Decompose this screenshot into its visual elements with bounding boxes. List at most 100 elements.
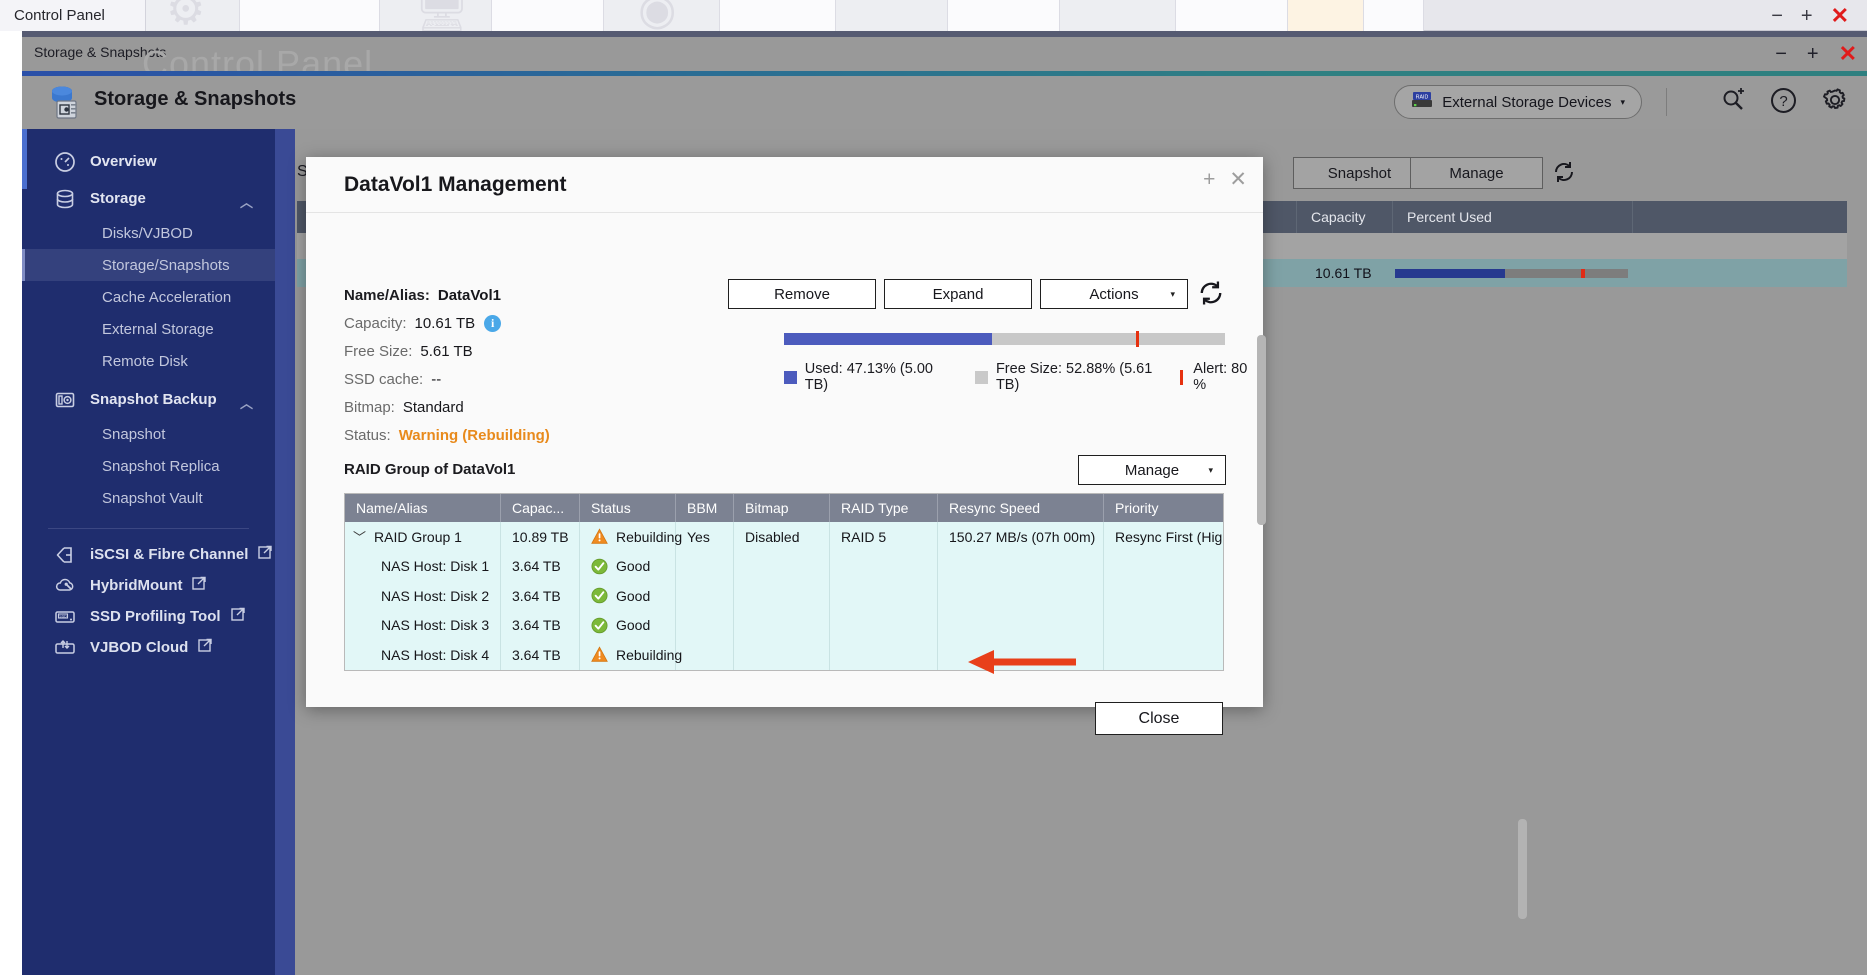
table-header-capacity[interactable]: Capacity (1297, 201, 1393, 233)
sidebar-item-hybridmount[interactable]: HybridMount (22, 570, 275, 601)
info-row-ssd-cache: SSD cache: -- (344, 365, 550, 393)
table-row[interactable]: NAS Host: Disk 3 3.64 TB (345, 611, 1223, 641)
content-scrollbar[interactable] (1518, 819, 1527, 919)
remove-button[interactable]: Remove (728, 279, 876, 309)
settings-gear-icon[interactable] (1821, 86, 1849, 119)
sidebar-item-label: HybridMount (90, 577, 182, 594)
snapshot-icon (52, 389, 78, 411)
close-button[interactable]: Close (1095, 702, 1223, 735)
col-bbm[interactable]: BBM (676, 494, 734, 522)
os-tab-control-panel[interactable]: Control Panel (0, 0, 146, 31)
dialog-body: Name/Alias: DataVol1 Capacity: 10.61 TB … (306, 213, 1263, 707)
app-minimize-button[interactable]: − (1775, 44, 1787, 64)
row-resync-speed (938, 640, 1104, 670)
row-name: NAS Host: Disk 3 (345, 611, 501, 641)
os-minimize-button[interactable]: − (1771, 6, 1783, 26)
storage-snapshots-logo-icon (44, 82, 84, 122)
header-divider (1666, 88, 1667, 116)
col-priority[interactable]: Priority (1104, 494, 1223, 522)
bitmap-label: Bitmap: (344, 399, 395, 416)
table-row[interactable]: NAS Host: Disk 1 3.64 TB (345, 552, 1223, 582)
row-expander-icon[interactable]: ﹀ (353, 527, 366, 546)
sidebar-item-label: Remote Disk (102, 353, 188, 370)
sidebar-item-label: Storage/Snapshots (102, 257, 230, 274)
row-capacity: 3.64 TB (501, 611, 580, 641)
actions-dropdown-button[interactable]: Actions ▾ (1040, 279, 1188, 309)
name-label: Name/Alias: (344, 287, 430, 304)
sidebar-item-overview[interactable]: Overview (22, 143, 275, 180)
sidebar-item-external-storage[interactable]: External Storage (22, 313, 275, 345)
external-link-icon (198, 638, 213, 658)
row-status: Rebuilding (616, 647, 682, 663)
chevron-down-icon: ▾ (1170, 289, 1175, 300)
row-name: NAS Host: Disk 1 (345, 552, 501, 582)
ghost-tab: 🖥 (380, 0, 492, 31)
row-status: Good (616, 558, 650, 574)
header-icon-group: ? (1720, 86, 1849, 119)
sidebar-item-iscsi-fibre-channel[interactable]: iSCSI & Fibre Channel (22, 539, 275, 570)
table-row[interactable]: NAS Host: Disk 2 3.64 TB (345, 581, 1223, 611)
dialog-scrollbar[interactable] (1257, 335, 1266, 525)
ghost-tab (1060, 0, 1176, 31)
table-row[interactable]: ﹀ RAID Group 1 10.89 TB (345, 522, 1223, 552)
iscsi-icon (52, 544, 78, 566)
sidebar-item-ssd-profiling-tool[interactable]: SSD SSD Profiling Tool (22, 601, 275, 632)
row-capacity: 3.64 TB (501, 552, 580, 582)
chevron-down-icon: ▾ (1208, 465, 1213, 476)
ghost-tab (836, 0, 948, 31)
chevron-up-icon[interactable]: ︿ (240, 192, 253, 211)
dialog-close-icon[interactable]: ✕ (1229, 169, 1247, 190)
sidebar-item-snapshot-replica[interactable]: Snapshot Replica (22, 450, 275, 482)
raid-manage-dropdown-button[interactable]: Manage ▾ (1078, 455, 1226, 485)
app-maximize-button[interactable]: + (1807, 44, 1819, 64)
table-header-percent-used[interactable]: Percent Used (1393, 201, 1633, 233)
sidebar-item-snapshot-vault[interactable]: Snapshot Vault (22, 482, 275, 514)
dialog-add-icon[interactable]: + (1203, 169, 1215, 190)
refresh-icon[interactable] (1551, 159, 1577, 190)
sidebar-item-label: Storage (90, 190, 146, 207)
os-titlebar: Control Panel ⚙ 🖥 ◉ − + ✕ (0, 0, 1867, 31)
os-maximize-button[interactable]: + (1801, 6, 1813, 26)
row-bbm: Yes (676, 522, 734, 552)
help-icon[interactable]: ? (1770, 87, 1797, 119)
sidebar-divider (48, 528, 249, 529)
os-tab-label: Control Panel (14, 7, 105, 24)
sidebar-item-vjbod-cloud[interactable]: VJBOD Cloud (22, 632, 275, 663)
col-bitmap[interactable]: Bitmap (734, 494, 830, 522)
expand-button[interactable]: Expand (884, 279, 1032, 309)
raid-group-table: Name/Alias Capac... Status BBM Bitmap RA… (344, 493, 1224, 671)
dialog-refresh-icon[interactable] (1196, 278, 1226, 313)
os-close-button[interactable]: ✕ (1831, 5, 1849, 27)
chevron-up-icon[interactable]: ︿ (240, 393, 253, 412)
sidebar-item-disks-vjbod[interactable]: Disks/VJBOD (22, 217, 275, 249)
scan-icon[interactable] (1720, 87, 1746, 118)
sidebar-item-snapshot[interactable]: Snapshot (22, 418, 275, 450)
volume-info-list: Name/Alias: DataVol1 Capacity: 10.61 TB … (344, 281, 550, 449)
info-row-bitmap: Bitmap: Standard (344, 393, 550, 421)
col-name-alias[interactable]: Name/Alias (345, 494, 501, 522)
usage-used-fill (784, 333, 992, 345)
external-storage-devices-button[interactable]: RAID External Storage Devices ▾ (1394, 85, 1642, 119)
sidebar-item-snapshot-backup[interactable]: Snapshot Backup ︿ (22, 381, 275, 418)
ok-icon (591, 617, 608, 634)
sidebar-item-cache-acceleration[interactable]: Cache Acceleration (22, 281, 275, 313)
actions-button-label: Actions (1089, 286, 1138, 303)
sidebar-item-label: iSCSI & Fibre Channel (90, 546, 248, 563)
col-raid-type[interactable]: RAID Type (830, 494, 938, 522)
col-resync-speed[interactable]: Resync Speed (938, 494, 1104, 522)
table-row[interactable]: NAS Host: Disk 4 3.64 TB (345, 640, 1223, 670)
row-raid-type (830, 581, 938, 611)
sidebar-item-storage[interactable]: Storage ︿ (22, 180, 275, 217)
alert-threshold-marker (1581, 269, 1585, 278)
content-left-strip (275, 129, 295, 975)
col-capacity[interactable]: Capac... (501, 494, 580, 522)
row-bitmap (734, 552, 830, 582)
sidebar-item-remote-disk[interactable]: Remote Disk (22, 345, 275, 377)
manage-button[interactable]: Manage (1410, 157, 1543, 189)
info-icon[interactable]: i (484, 315, 501, 332)
app-close-button[interactable]: ✕ (1839, 43, 1857, 65)
sidebar-item-storage-snapshots[interactable]: Storage/Snapshots (22, 249, 275, 281)
snapshot-dropdown-button[interactable]: Snapshot ▾ (1293, 157, 1426, 189)
col-status[interactable]: Status (580, 494, 676, 522)
bitmap-value: Standard (403, 399, 464, 416)
